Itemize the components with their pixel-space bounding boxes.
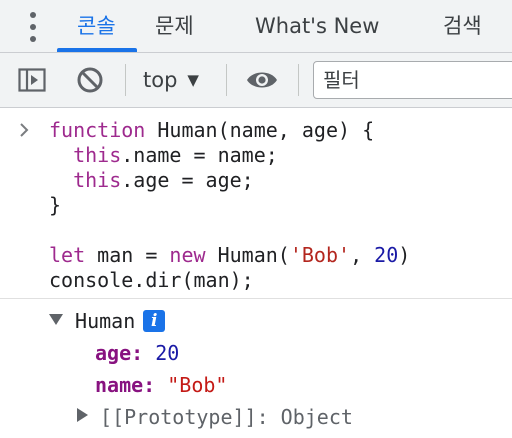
code-token: function [49,118,146,142]
property-value: "Bob" [167,373,228,397]
object-header-row[interactable]: Human i [49,308,166,334]
prototype-label: [[Prototype]]: Object [100,405,353,429]
filter-input[interactable] [313,61,512,99]
code-token: console.dir(man); [49,268,254,292]
console-output-area: function Human(name, age) { this.name = … [0,108,512,438]
property-row-age: age: 20 [95,340,179,366]
code-token: Human(name, age) { [145,118,375,142]
toolbar-divider [298,64,299,96]
context-label: top [143,68,178,92]
clear-console-icon[interactable] [76,66,104,98]
info-icon[interactable]: i [143,310,166,332]
expand-triangle-icon[interactable] [49,314,63,325]
panel-tab-bar: 콘솔 문제 What's New 검색 [0,0,512,53]
code-token: , [350,243,375,267]
code-line: } [49,193,410,218]
code-line: let man = new Human('Bob', 20) [49,243,410,268]
property-value: 20 [155,341,180,365]
dot [30,24,36,30]
context-selector[interactable]: top ▼ [143,64,199,96]
dropdown-caret-icon: ▼ [187,71,199,89]
sidebar-toggle-icon[interactable] [18,68,46,96]
live-expression-eye-icon[interactable] [245,69,279,95]
code-token: let [49,243,86,267]
active-tab-indicator [57,48,137,52]
code-line: console.dir(man); [49,268,410,293]
property-key: age [95,341,132,365]
tab-whats-new[interactable]: What's New [255,0,379,52]
code-line: function Human(name, age) { [49,118,410,143]
tab-console[interactable]: 콘솔 [77,0,116,52]
toolbar-divider [226,64,227,96]
property-colon: : [143,373,156,397]
prototype-row[interactable]: [[Prototype]]: Object [77,404,353,430]
property-colon: : [131,341,144,365]
code-token: Human( [205,243,290,267]
dot [30,12,36,18]
message-divider [0,298,512,299]
input-prompt-chevron-icon [20,123,29,137]
code-token: this [73,168,122,192]
object-name: Human [75,309,136,333]
code-token: man = [85,243,170,267]
code-token: } [49,193,62,217]
toolbar-divider [125,64,126,96]
code-token: .age = age; [121,168,254,192]
property-row-name: name: "Bob" [95,372,227,398]
tab-issues[interactable]: 문제 [155,0,194,52]
code-token: new [169,243,206,267]
code-line: this.name = name; [49,143,410,168]
code-token: .name = name; [121,143,278,167]
code-token: 'Bob' [289,243,351,267]
more-options-icon[interactable] [28,12,38,42]
collapse-triangle-icon[interactable] [77,408,88,422]
console-input-code[interactable]: function Human(name, age) { this.name = … [49,118,410,293]
code-token: ) [398,243,411,267]
code-token: this [73,143,122,167]
code-line: this.age = age; [49,168,410,193]
dot [30,36,36,42]
property-key: name [95,373,144,397]
code-token: 20 [374,243,399,267]
tab-search[interactable]: 검색 [443,0,482,52]
console-toolbar: top ▼ [0,53,512,108]
